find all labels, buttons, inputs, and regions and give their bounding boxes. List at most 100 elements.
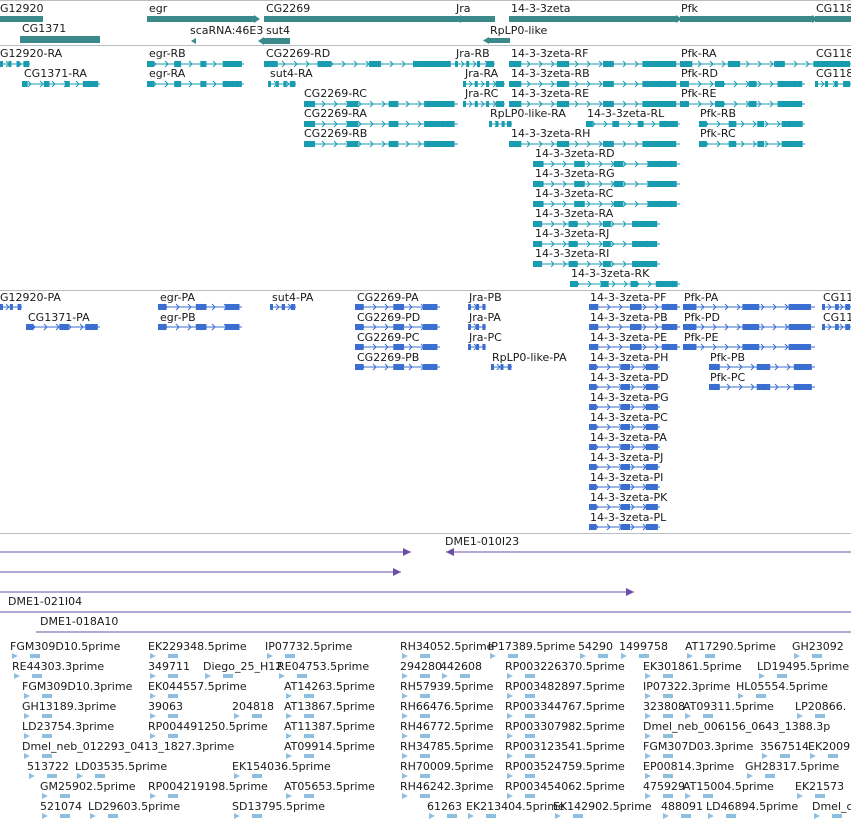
- cds-label[interactable]: CG11: [823, 291, 851, 304]
- exon-block[interactable]: [612, 121, 620, 127]
- est-label[interactable]: FGM309D10.5prime: [10, 640, 121, 653]
- cds-block[interactable]: [845, 304, 851, 310]
- transcript-label[interactable]: 14-3-3zeta-RF: [511, 47, 588, 60]
- transcript-label[interactable]: 14-3-3zeta-RJ: [535, 227, 609, 240]
- exon-block[interactable]: [463, 101, 467, 107]
- exon-block[interactable]: [283, 81, 287, 87]
- cds-label[interactable]: Pfk-PE: [684, 331, 718, 344]
- cds-block[interactable]: [645, 384, 658, 390]
- transcript-label[interactable]: Pfk-RC: [700, 127, 736, 140]
- transcript-label[interactable]: 14-3-3zeta-RC: [535, 187, 614, 200]
- gene-label[interactable]: CG2269: [266, 2, 310, 15]
- cds-block[interactable]: [59, 324, 69, 330]
- est-label[interactable]: 39063: [148, 700, 183, 713]
- est-label[interactable]: RP003344767.5prime: [505, 700, 625, 713]
- cds-label[interactable]: G12920-PA: [0, 291, 61, 304]
- gene-bar[interactable]: [815, 16, 851, 22]
- clone-label[interactable]: DME1-018A10: [40, 615, 118, 628]
- transcript-label[interactable]: CG118: [816, 47, 851, 60]
- est-label[interactable]: RP003123541.5prime: [505, 740, 625, 753]
- cds-label[interactable]: 14-3-3zeta-PF: [590, 291, 666, 304]
- est-label[interactable]: 1499758: [619, 640, 668, 653]
- transcript-label[interactable]: CG2269-RD: [266, 47, 330, 60]
- cds-block[interactable]: [393, 344, 405, 350]
- transcript-label[interactable]: CG2269-RA: [304, 107, 367, 120]
- exon-block[interactable]: [147, 81, 154, 87]
- gene-label[interactable]: scaRNA:46E3: [190, 24, 263, 37]
- est-label[interactable]: 349711: [148, 660, 190, 673]
- cds-block[interactable]: [835, 304, 839, 310]
- exon-block[interactable]: [613, 181, 624, 187]
- cds-block[interactable]: [793, 384, 812, 390]
- est-label[interactable]: Diego_25_H12: [203, 660, 282, 673]
- gene-label[interactable]: Pfk: [681, 2, 699, 15]
- cds-block[interactable]: [589, 424, 597, 430]
- transcript-label[interactable]: 14-3-3zeta-RI: [535, 247, 609, 260]
- cds-block[interactable]: [645, 464, 658, 470]
- exon-block[interactable]: [727, 61, 741, 67]
- cds-block[interactable]: [423, 344, 438, 350]
- cds-block[interactable]: [645, 404, 658, 410]
- gene-label[interactable]: 14-3-3zeta: [511, 2, 571, 15]
- exon-block[interactable]: [659, 121, 678, 127]
- cds-block[interactable]: [491, 364, 494, 370]
- clone-label[interactable]: DME1-010I23: [445, 535, 519, 548]
- cds-block[interactable]: [835, 324, 839, 330]
- exon-block[interactable]: [43, 81, 50, 87]
- exon-block[interactable]: [474, 101, 478, 107]
- exon-block[interactable]: [509, 101, 522, 107]
- transcript-label[interactable]: Jra-RB: [455, 47, 490, 60]
- cds-block[interactable]: [393, 324, 405, 330]
- gene-label[interactable]: egr: [149, 2, 168, 15]
- est-label[interactable]: GH23092: [792, 640, 844, 653]
- transcript-label[interactable]: RpLP0-like-RA: [490, 107, 566, 120]
- cds-label[interactable]: 14-3-3zeta-PA: [590, 431, 667, 444]
- est-label[interactable]: RH70009.5prime: [400, 760, 494, 773]
- cds-feature[interactable]: 14-3-3zeta-PA: [589, 431, 667, 451]
- cds-feature[interactable]: 14-3-3zeta-PL: [589, 511, 667, 531]
- est-label[interactable]: LD03535.5prime: [75, 760, 167, 773]
- transcript-feature[interactable]: Jra-RB: [455, 47, 495, 68]
- cds-block[interactable]: [281, 304, 286, 310]
- transcript-label[interactable]: G12920-RA: [0, 47, 63, 60]
- est-label[interactable]: 442608: [440, 660, 482, 673]
- est-label[interactable]: RH46772.5prime: [400, 720, 494, 733]
- cds-label[interactable]: 14-3-3zeta-PJ: [590, 451, 663, 464]
- cds-block[interactable]: [589, 364, 597, 370]
- est-label[interactable]: Dmel_neb_006156_0643_1388.3p: [643, 720, 830, 733]
- exon-block[interactable]: [22, 81, 28, 87]
- cds-block[interactable]: [17, 304, 22, 310]
- clone-label[interactable]: DME1-021I04: [8, 595, 82, 608]
- cds-label[interactable]: 14-3-3zeta-PK: [590, 491, 668, 504]
- transcript-label[interactable]: 14-3-3zeta-RD: [535, 147, 615, 160]
- est-label[interactable]: IP17389.5prime: [488, 640, 576, 653]
- gene-bar[interactable]: [489, 38, 510, 43]
- cds-label[interactable]: Jra-PA: [468, 311, 501, 324]
- est-label[interactable]: EP00814.3prime: [643, 760, 734, 773]
- cds-block[interactable]: [423, 304, 438, 310]
- exon-block[interactable]: [289, 81, 296, 87]
- cds-block[interactable]: [645, 504, 658, 510]
- cds-block[interactable]: [468, 344, 471, 350]
- est-label[interactable]: AT17290.5prime: [685, 640, 776, 653]
- est-label[interactable]: RE44303.3prime: [12, 660, 104, 673]
- est-label[interactable]: IP07322.3prime: [643, 680, 731, 693]
- cds-label[interactable]: 14-3-3zeta-PH: [590, 351, 668, 364]
- est-label[interactable]: AT05653.5prime: [284, 780, 375, 793]
- cds-label[interactable]: CG2269-PD: [357, 311, 420, 324]
- cds-label[interactable]: egr-PB: [160, 311, 196, 324]
- est-label[interactable]: 294280: [400, 660, 442, 673]
- est-label[interactable]: LD46894.5prime: [706, 800, 798, 813]
- cds-block[interactable]: [270, 304, 273, 310]
- exon-block[interactable]: [748, 101, 757, 107]
- est-label[interactable]: EK21573: [795, 780, 844, 793]
- cds-label[interactable]: Pfk-PC: [710, 371, 745, 384]
- transcript-label[interactable]: Pfk-RD: [681, 67, 718, 80]
- cds-label[interactable]: egr-PA: [160, 291, 195, 304]
- transcript-label[interactable]: Jra-RA: [464, 67, 499, 80]
- cds-block[interactable]: [507, 364, 512, 370]
- est-label[interactable]: Dmel_neb_012293_0413_1827.3prime: [22, 740, 234, 753]
- transcript-label[interactable]: 14-3-3zeta-RA: [535, 207, 614, 220]
- gene-feature[interactable]: CG118: [815, 2, 851, 22]
- cds-feature[interactable]: 14-3-3zeta-PK: [589, 491, 668, 511]
